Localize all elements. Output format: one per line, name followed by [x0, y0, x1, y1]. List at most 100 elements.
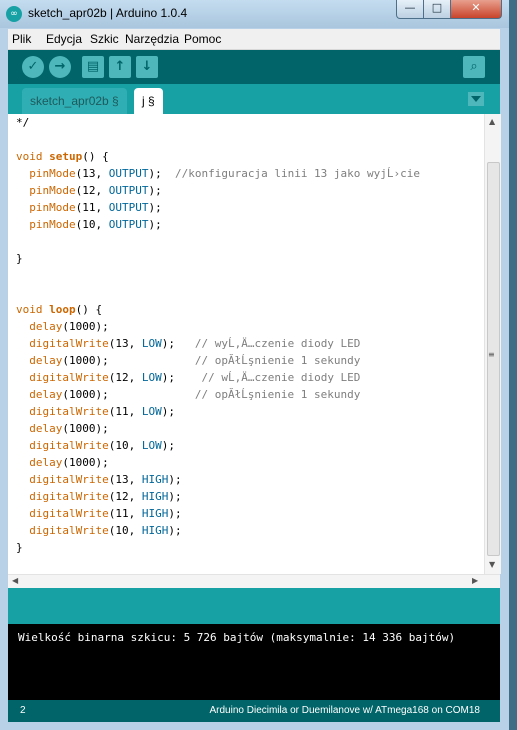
close-button[interactable]: ✕ — [450, 0, 502, 19]
menu-pomoc[interactable]: Pomoc — [184, 32, 221, 46]
minimize-button[interactable]: — — [396, 0, 424, 19]
tab-sketch[interactable]: sketch_apr02b § — [22, 88, 127, 114]
code-line[interactable]: void loop() { — [16, 301, 484, 318]
code-token: digitalWrite — [29, 490, 109, 503]
code-token: ); — [161, 371, 202, 384]
code-token: (1000); — [62, 456, 109, 469]
code-token: (10, — [75, 218, 109, 231]
code-line[interactable]: delay(1000); // opĂłĹşnienie 1 sekundy — [16, 386, 484, 403]
code-line[interactable]: digitalWrite(12, HIGH); — [16, 488, 484, 505]
menu-plik[interactable]: Plik — [12, 32, 31, 46]
menu-szkic[interactable]: Szkic — [90, 32, 119, 46]
code-line[interactable] — [16, 131, 484, 148]
code-token: ); — [161, 337, 195, 350]
code-token: HIGH — [141, 490, 169, 503]
menu-narzedzia[interactable]: Narzędzia — [125, 32, 179, 46]
console-message: Wielkość binarna szkicu: 5 726 bajtów (m… — [18, 631, 456, 644]
code-line[interactable]: digitalWrite(13, HIGH); — [16, 471, 484, 488]
code-line[interactable]: pinMode(12, OUTPUT); — [16, 182, 484, 199]
code-line[interactable] — [16, 267, 484, 284]
code-line[interactable] — [16, 233, 484, 250]
menu-edycja[interactable]: Edycja — [46, 32, 82, 46]
code-line[interactable] — [16, 284, 484, 301]
code-line[interactable]: delay(1000); // opĂłĹşnienie 1 sekundy — [16, 352, 484, 369]
code-token: (1000); — [62, 388, 195, 401]
code-token: (11, — [108, 507, 142, 520]
code-editor[interactable]: */ void setup() { pinMode(13, OUTPUT); /… — [8, 114, 501, 589]
code-token: (12, — [108, 371, 142, 384]
scroll-up-icon[interactable]: ▲ — [489, 117, 495, 126]
code-token: ); — [148, 167, 175, 180]
scroll-right-icon[interactable]: ▶ — [472, 576, 478, 585]
code-token: HIGH — [141, 507, 169, 520]
code-token: loop — [49, 303, 76, 316]
tab-menu-dropdown[interactable] — [468, 92, 484, 106]
scroll-left-icon[interactable]: ◀ — [12, 576, 18, 585]
arrow-up-icon: ↑ — [114, 59, 126, 74]
code-line[interactable]: } — [16, 250, 484, 267]
code-token: HIGH — [141, 473, 169, 486]
code-token: pinMode — [29, 201, 76, 214]
console-output: Wielkość binarna szkicu: 5 726 bajtów (m… — [8, 624, 500, 700]
save-button[interactable]: ↓ — [136, 56, 158, 78]
code-line[interactable]: */ — [16, 114, 484, 131]
code-token: } — [16, 252, 23, 265]
tab-j[interactable]: j § — [134, 88, 163, 114]
code-line[interactable]: pinMode(10, OUTPUT); — [16, 216, 484, 233]
code-token: ); — [148, 218, 162, 231]
new-button[interactable]: ▤ — [82, 56, 104, 78]
maximize-button[interactable]: □ — [423, 0, 451, 19]
upload-button[interactable]: → — [49, 56, 71, 78]
menu-bar: Plik Edycja Szkic Narzędzia Pomoc — [8, 29, 500, 50]
code-token: (11, — [108, 405, 142, 418]
code-area[interactable]: */ void setup() { pinMode(13, OUTPUT); /… — [16, 114, 484, 574]
code-token: ); — [168, 507, 182, 520]
code-line[interactable]: delay(1000); — [16, 454, 484, 471]
code-token: } — [16, 541, 23, 554]
code-line[interactable]: digitalWrite(10, HIGH); — [16, 522, 484, 539]
verify-button[interactable]: ✓ — [22, 56, 44, 78]
code-line[interactable]: digitalWrite(11, LOW); — [16, 403, 484, 420]
vertical-scrollbar[interactable]: ▲ ≡ ▼ — [484, 114, 501, 574]
new-file-icon: ▤ — [86, 59, 100, 74]
code-token: setup — [49, 150, 83, 163]
code-token: LOW — [141, 371, 162, 384]
serial-monitor-button[interactable]: ⌕ — [463, 56, 485, 78]
arduino-logo-icon: ∞ — [6, 6, 22, 22]
code-line[interactable]: digitalWrite(10, LOW); — [16, 437, 484, 454]
code-token: digitalWrite — [29, 371, 109, 384]
code-line[interactable]: pinMode(11, OUTPUT); — [16, 199, 484, 216]
code-token: (13, — [108, 473, 142, 486]
code-line[interactable]: digitalWrite(11, HIGH); — [16, 505, 484, 522]
code-token: LOW — [141, 337, 162, 350]
code-line[interactable]: } — [16, 539, 484, 556]
tab-bar: sketch_apr02b § j § — [8, 84, 500, 114]
open-button[interactable]: ↑ — [109, 56, 131, 78]
code-token: digitalWrite — [29, 507, 109, 520]
code-token: (1000); — [62, 422, 109, 435]
code-line[interactable]: delay(1000); — [16, 318, 484, 335]
code-token: digitalWrite — [29, 524, 109, 537]
code-token: HIGH — [141, 524, 169, 537]
grip-icon: ≡ — [488, 350, 495, 359]
scroll-down-icon[interactable]: ▼ — [489, 560, 495, 569]
code-line[interactable]: pinMode(13, OUTPUT); //konfiguracja lini… — [16, 165, 484, 182]
title-bar[interactable]: ∞ sketch_apr02b | Arduino 1.0.4 — □ ✕ — [0, 0, 509, 28]
scrollbar-thumb[interactable] — [487, 162, 500, 556]
arrow-right-icon: → — [54, 59, 66, 74]
code-line[interactable]: delay(1000); — [16, 420, 484, 437]
code-line[interactable]: void setup() { — [16, 148, 484, 165]
arduino-ide-window: ∞ sketch_apr02b | Arduino 1.0.4 — □ ✕ Pl… — [0, 0, 510, 730]
code-line[interactable]: digitalWrite(12, LOW); // wĹ‚Ä…czenie di… — [16, 369, 484, 386]
code-line[interactable]: digitalWrite(13, LOW); // wyĹ‚Ä…czenie d… — [16, 335, 484, 352]
horizontal-scrollbar[interactable]: ◀ ▶ — [8, 574, 500, 589]
code-token: ); — [168, 490, 182, 503]
